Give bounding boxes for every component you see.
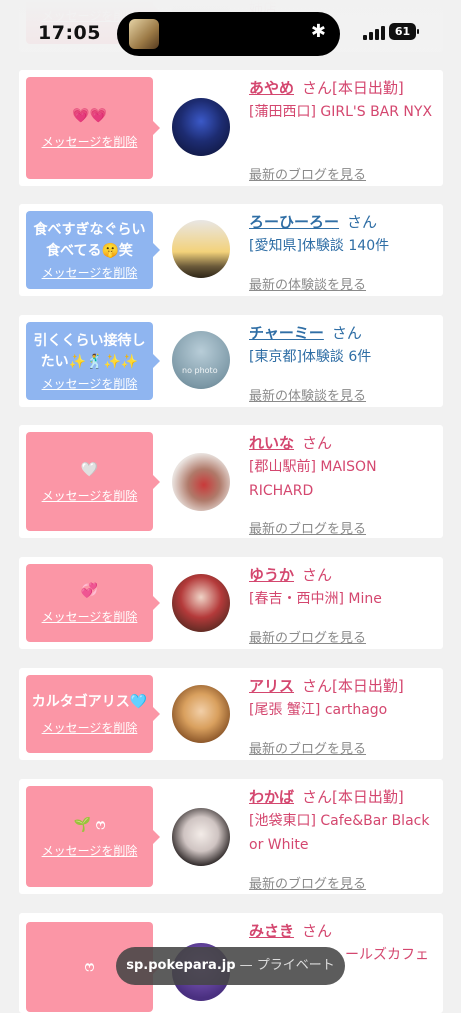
shop-location: [春吉・西中洲] Mine <box>249 591 382 607</box>
list-item: 食べすぎなぐらい食べてる🤫笑 メッセージを削除 ろーひーろー さん [愛知県]体験… <box>19 204 443 296</box>
dynamic-island: ✱ <box>117 12 340 56</box>
delete-message-link[interactable]: メッセージを削除 <box>42 608 138 625</box>
shop-location: [尾張 蟹江] carthago <box>249 702 388 718</box>
user-name-link[interactable]: チャーミー <box>249 324 324 342</box>
profile-info: アリス さん[本日出勤] [尾張 蟹江] carthago 最新のブログを見る <box>249 674 437 757</box>
cast-name-link[interactable]: わかば <box>249 788 294 806</box>
cast-name-link[interactable]: あやめ <box>249 79 294 97</box>
attendance-tag: [本日出勤] <box>332 788 404 806</box>
shop-location: [郡山駅前] MAISON RICHARD <box>249 459 377 499</box>
cast-name-link[interactable]: アリス <box>249 677 294 695</box>
delete-message-link[interactable]: メッセージを削除 <box>42 719 138 736</box>
url-host: sp.pokepara.jp <box>126 958 236 973</box>
avatar[interactable] <box>172 808 230 866</box>
now-playing-artwork <box>129 19 159 49</box>
list-item: 🌱 ෆ メッセージを削除 わかば さん[本日出勤] [池袋東口] Cafe&Bar… <box>19 779 443 894</box>
delete-message-link[interactable]: メッセージを削除 <box>42 264 138 281</box>
message-bubble: 食べすぎなぐらい食べてる🤫笑 メッセージを削除 <box>26 211 160 289</box>
list-item: 💗💗 メッセージを削除 あやめ さん[本日出勤] [蒲田西口] GIRL'S BA… <box>19 70 443 186</box>
shop-location: [蒲田西口] GIRL'S BAR NYX <box>249 104 433 120</box>
delete-message-link[interactable]: メッセージを削除 <box>42 133 138 150</box>
attendance-tag: [本日出勤] <box>332 79 404 97</box>
message-bubble: カルタゴアリス🩵 メッセージを削除 <box>26 675 160 753</box>
browser-url-bar[interactable]: sp.pokepara.jp — プライベート <box>116 947 345 985</box>
battery-icon: 61 <box>389 23 419 40</box>
cellular-signal-icon <box>363 25 385 40</box>
message-text: 🤍 <box>80 461 99 478</box>
cast-name-link[interactable]: みさき <box>249 922 294 940</box>
profile-info: れいな さん [郡山駅前] MAISON RICHARD 最新のブログを見る <box>249 431 437 537</box>
latest-blog-link[interactable]: 最新のブログを見る <box>249 164 366 183</box>
message-bubble: 🤍 メッセージを削除 <box>26 432 160 531</box>
avatar[interactable] <box>172 453 230 511</box>
status-bar: 17:05 ✱ 61 <box>0 0 461 66</box>
latest-blog-link[interactable]: 最新のブログを見る <box>249 518 366 537</box>
shop-location: [池袋東口] Cafe&Bar Black or White <box>249 813 430 853</box>
message-bubble: 引くくらい接待したい✨🕺✨✨ メッセージを削除 <box>26 322 160 400</box>
no-photo-label: no photo <box>182 366 218 375</box>
bluetooth-icon: ✱ <box>310 21 326 42</box>
profile-info: ろーひーろー さん [愛知県]体験談 140件 最新の体験談を見る <box>249 210 437 293</box>
avatar[interactable]: no photo <box>172 331 230 389</box>
latest-review-link[interactable]: 最新の体験談を見る <box>249 385 366 404</box>
message-bubble: 💞 メッセージを削除 <box>26 564 160 642</box>
delete-message-link[interactable]: メッセージを削除 <box>42 375 138 392</box>
latest-blog-link[interactable]: 最新のブログを見る <box>249 627 366 646</box>
list-item: 引くくらい接待したい✨🕺✨✨ メッセージを削除 no photo チャーミー さん… <box>19 315 443 407</box>
avatar[interactable] <box>172 685 230 743</box>
message-bubble: 🌱 ෆ メッセージを削除 <box>26 786 160 887</box>
message-text: 💗💗 <box>72 108 107 124</box>
profile-info: わかば さん[本日出勤] [池袋東口] Cafe&Bar Black or Whi… <box>249 785 437 892</box>
cast-name-link[interactable]: ゆうか <box>249 566 294 584</box>
user-location: [愛知県]体験談 140件 <box>249 238 390 254</box>
message-text: 引くくらい接待したい✨🕺✨✨ <box>33 332 146 370</box>
cast-name-link[interactable]: れいな <box>249 434 294 452</box>
message-text: 🌱 ෆ <box>73 816 106 833</box>
attendance-tag: [本日出勤] <box>332 677 404 695</box>
message-text: ෆ <box>84 958 95 975</box>
user-location: [東京都]体験談 6件 <box>249 349 372 365</box>
avatar[interactable] <box>172 220 230 278</box>
avatar[interactable] <box>172 98 230 156</box>
delete-message-link[interactable]: メッセージを削除 <box>42 487 138 504</box>
user-name-link[interactable]: ろーひーろー <box>249 213 339 231</box>
private-mode-label: — プライベート <box>235 958 335 973</box>
message-text: 食べすぎなぐらい食べてる🤫笑 <box>33 221 146 259</box>
profile-info: あやめ さん[本日出勤] [蒲田西口] GIRL'S BAR NYX 最新のブログ… <box>249 76 437 183</box>
avatar[interactable] <box>172 574 230 632</box>
message-bubble: 💗💗 メッセージを削除 <box>26 77 160 179</box>
delete-message-link[interactable]: メッセージを削除 <box>42 842 138 859</box>
list-item: 🤍 メッセージを削除 れいな さん [郡山駅前] MAISON RICHARD 最… <box>19 425 443 538</box>
latest-blog-link[interactable]: 最新のブログを見る <box>249 873 366 892</box>
profile-info: ゆうか さん [春吉・西中洲] Mine 最新のブログを見る <box>249 563 437 646</box>
message-text: 💞 <box>80 583 99 599</box>
profile-info: チャーミー さん [東京都]体験談 6件 最新の体験談を見る <box>249 321 437 404</box>
list-item: カルタゴアリス🩵 メッセージを削除 アリス さん[本日出勤] [尾張 蟹江] ca… <box>19 668 443 760</box>
message-text: カルタゴアリス🩵 <box>31 694 148 710</box>
latest-review-link[interactable]: 最新の体験談を見る <box>249 274 366 293</box>
clock: 17:05 <box>38 22 101 44</box>
latest-blog-link[interactable]: 最新のブログを見る <box>249 738 366 757</box>
list-item: 💞 メッセージを削除 ゆうか さん [春吉・西中洲] Mine 最新のブログを見る <box>19 557 443 649</box>
